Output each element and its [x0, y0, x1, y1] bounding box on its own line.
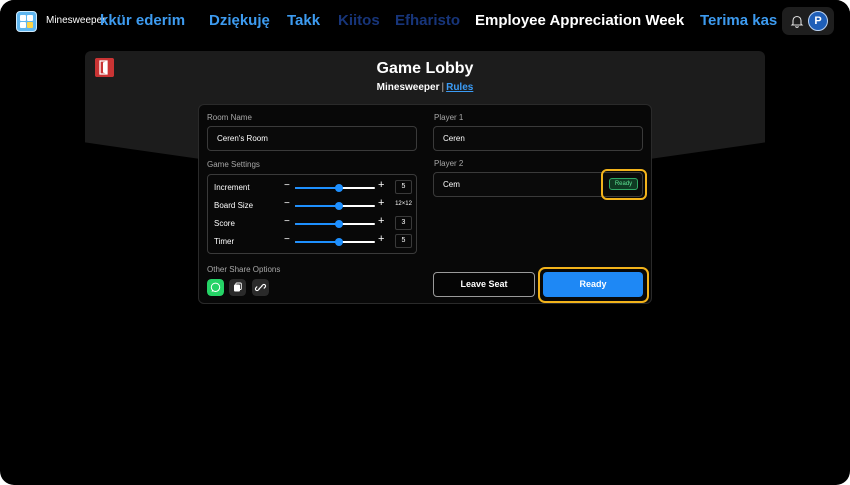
minesweeper-logo-icon[interactable]: [16, 11, 37, 32]
slider-fill: [295, 223, 339, 225]
slider-fill: [295, 241, 339, 243]
slider-fill: [295, 205, 339, 207]
board-size-slider[interactable]: [295, 202, 375, 210]
setting-label: Timer: [214, 237, 235, 246]
rules-link[interactable]: Rules: [446, 82, 473, 93]
avatar[interactable]: P: [808, 11, 828, 31]
increment-button[interactable]: +: [378, 215, 384, 227]
decrement-button[interactable]: −: [284, 234, 290, 245]
setting-row-timer: Timer − + 5: [208, 233, 418, 251]
marquee-item: Terima kas: [700, 12, 778, 29]
setting-label: Board Size: [214, 201, 254, 210]
link-icon[interactable]: [252, 279, 269, 296]
marquee-item: Kiitos: [338, 12, 380, 29]
app-window: Minesweeper kkür ederim Dziękuję Takk Ki…: [0, 0, 850, 485]
account-controls: P: [782, 7, 834, 35]
page-title: Game Lobby: [376, 60, 474, 77]
increment-slider[interactable]: [295, 184, 375, 192]
marquee-item: Takk: [287, 12, 321, 29]
room-name-input[interactable]: Ceren's Room: [207, 126, 417, 151]
setting-value: 5: [395, 180, 412, 194]
marquee-item: Dziękuję: [209, 12, 270, 29]
decrement-button[interactable]: −: [284, 180, 290, 191]
marquee-item: Employee Appreciation Week: [475, 12, 685, 29]
increment-button[interactable]: +: [378, 179, 384, 191]
appreciation-marquee: kkür ederim Dziękuję Takk Kiitos Efharis…: [100, 0, 778, 44]
bell-icon[interactable]: [790, 14, 804, 28]
setting-row-increment: Increment − + 5: [208, 179, 418, 197]
player2-label: Player 2: [434, 159, 464, 168]
increment-button[interactable]: +: [378, 197, 384, 209]
increment-button[interactable]: +: [378, 233, 384, 245]
decrement-button[interactable]: −: [284, 216, 290, 227]
leave-seat-button[interactable]: Leave Seat: [433, 272, 535, 297]
marquee-item: Efharisto: [395, 12, 461, 29]
slider-thumb[interactable]: [335, 220, 343, 228]
setting-label: Score: [214, 219, 235, 228]
timer-slider[interactable]: [295, 238, 375, 246]
player1-label: Player 1: [434, 113, 464, 122]
game-settings-panel: Increment − + 5 Board Size − + 12×12 Sco…: [207, 174, 417, 254]
setting-value: 3: [395, 216, 412, 230]
whatsapp-icon[interactable]: [207, 279, 224, 296]
setting-row-board-size: Board Size − + 12×12: [208, 197, 418, 215]
setting-value: 5: [395, 234, 412, 248]
score-slider[interactable]: [295, 220, 375, 228]
setting-value: 12×12: [395, 201, 412, 207]
slider-thumb[interactable]: [335, 184, 343, 192]
app-name: Minesweeper: [46, 15, 106, 26]
slider-thumb[interactable]: [335, 202, 343, 210]
copy-icon[interactable]: [229, 279, 246, 296]
slider-thumb[interactable]: [335, 238, 343, 246]
marquee-item: kkür ederim: [100, 12, 186, 29]
share-options-label: Other Share Options: [207, 265, 281, 274]
lobby-subtitle: Minesweeper | Rules: [0, 82, 850, 93]
ready-button-highlight: [538, 267, 649, 303]
ready-badge-highlight: [601, 169, 647, 200]
decrement-button[interactable]: −: [284, 198, 290, 209]
setting-label: Increment: [214, 183, 250, 192]
setting-row-score: Score − + 3: [208, 215, 418, 233]
game-settings-label: Game Settings: [207, 160, 260, 169]
slider-fill: [295, 187, 339, 189]
subtitle-separator: |: [441, 82, 445, 93]
player1-field: Ceren: [433, 126, 643, 151]
top-bar: Minesweeper kkür ederim Dziękuję Takk Ki…: [0, 0, 850, 44]
game-name: Minesweeper: [376, 82, 440, 93]
room-name-label: Room Name: [207, 113, 252, 122]
